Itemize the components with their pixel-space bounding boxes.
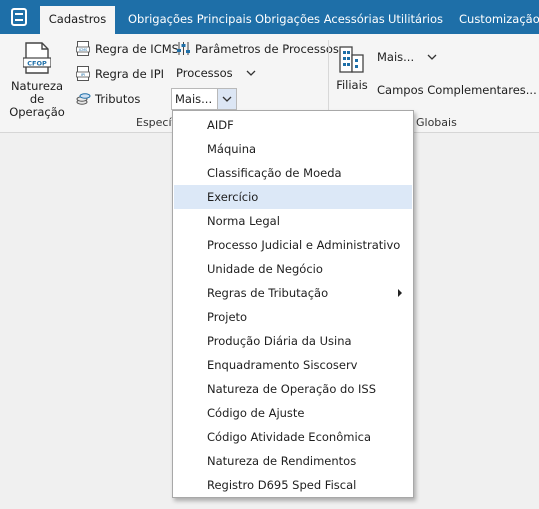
filiais-label: Filiais: [336, 78, 368, 92]
campos-complementares-dropdown[interactable]: Campos Complementares...: [377, 83, 539, 97]
chevron-down-icon: [427, 54, 437, 60]
menu-item-aidf[interactable]: AIDF: [174, 113, 412, 137]
menu-item-natureza-rendimentos[interactable]: Natureza de Rendimentos: [174, 449, 412, 473]
regra-ipi-label: Regra de IPI: [95, 66, 165, 81]
regra-icms-label: Regra de ICMS: [95, 41, 179, 56]
app-menu-icon: [11, 8, 27, 26]
mais-combo-label: Mais...: [175, 92, 213, 106]
menu-item-producao-diaria[interactable]: Produção Diária da Usina: [174, 329, 412, 353]
menu-item-norma-legal[interactable]: Norma Legal: [174, 209, 412, 233]
cfop-badge: CFOP: [27, 60, 47, 68]
processos-label: Processos: [176, 66, 233, 80]
chevron-down-icon: [246, 70, 256, 76]
buildings-icon: [339, 46, 364, 73]
tributos-button[interactable]: Tributos: [76, 91, 140, 106]
app-menu-button[interactable]: [0, 0, 38, 34]
menu-item-exercicio[interactable]: Exercício: [174, 185, 412, 209]
menu-item-enquadramento-siscoserv[interactable]: Enquadramento Siscoserv: [174, 353, 412, 377]
menu-item-codigo-ajuste[interactable]: Código de Ajuste: [174, 401, 412, 425]
group-label-globais: Globais: [416, 116, 457, 129]
mais-globais-label: Mais...: [377, 50, 415, 64]
menu-item-processo-judicial[interactable]: Processo Judicial e Administrativo: [174, 233, 412, 257]
sliders-icon: [177, 42, 190, 55]
svg-text:IPI: IPI: [81, 73, 85, 77]
tab-obrigacoes-acessorias[interactable]: Obrigações Acessórias: [255, 6, 385, 34]
menu-item-maquina[interactable]: Máquina: [174, 137, 412, 161]
regra-icms-button[interactable]: ICMS Regra de ICMS: [76, 41, 179, 56]
tributos-label: Tributos: [95, 91, 141, 106]
natureza-operacao-label: Natureza de Operação: [9, 79, 65, 119]
menu-item-projeto[interactable]: Projeto: [174, 305, 412, 329]
parametros-processos-button[interactable]: Parâmetros de Processos: [176, 41, 339, 56]
menu-item-codigo-atividade[interactable]: Código Atividade Econômica: [174, 425, 412, 449]
mais-globais-dropdown[interactable]: Mais...: [377, 50, 437, 64]
menu-item-unidade-negocio[interactable]: Unidade de Negócio: [174, 257, 412, 281]
svg-text:ICMS: ICMS: [79, 48, 87, 52]
regra-ipi-button[interactable]: IPI Regra de IPI: [76, 66, 164, 81]
menu-item-classificacao-moeda[interactable]: Classificação de Moeda: [174, 161, 412, 185]
icms-document-icon: ICMS: [76, 41, 90, 56]
mais-combo[interactable]: Mais...: [171, 88, 237, 110]
submenu-arrow-icon: [398, 289, 402, 297]
coins-icon: [76, 93, 91, 105]
ipi-document-icon: IPI: [76, 66, 90, 81]
filiais-button[interactable]: Filiais: [334, 42, 370, 94]
menu-item-registro-d695[interactable]: Registro D695 Sped Fiscal: [174, 473, 412, 497]
menu-item-regras-tributacao[interactable]: Regras de Tributação: [174, 281, 412, 305]
natureza-operacao-button[interactable]: CFOP Natureza de Operação: [4, 40, 70, 119]
chevron-down-icon: [222, 96, 232, 102]
group-label-especificos: Específ: [136, 116, 176, 129]
menu-item-regras-tributacao-label: Regras de Tributação: [207, 286, 329, 300]
processos-dropdown[interactable]: Processos: [176, 66, 256, 80]
tab-customizacao[interactable]: Customização: [459, 6, 539, 34]
cfop-document-icon: CFOP: [23, 42, 51, 74]
ribbon-tab-bar: Cadastros Obrigações Principais Obrigaçõ…: [0, 0, 539, 34]
campos-complementares-label: Campos Complementares...: [377, 83, 537, 97]
mais-combo-arrow[interactable]: [217, 89, 236, 109]
mais-dropdown-menu: AIDF Máquina Classificação de Moeda Exer…: [172, 110, 414, 498]
menu-item-natureza-operacao-iss[interactable]: Natureza de Operação do ISS: [174, 377, 412, 401]
tab-cadastros[interactable]: Cadastros: [40, 6, 115, 34]
tab-utilitarios[interactable]: Utilitários: [388, 6, 443, 34]
parametros-processos-label: Parâmetros de Processos: [195, 41, 339, 56]
tab-obrigacoes-principais[interactable]: Obrigações Principais: [128, 6, 252, 34]
